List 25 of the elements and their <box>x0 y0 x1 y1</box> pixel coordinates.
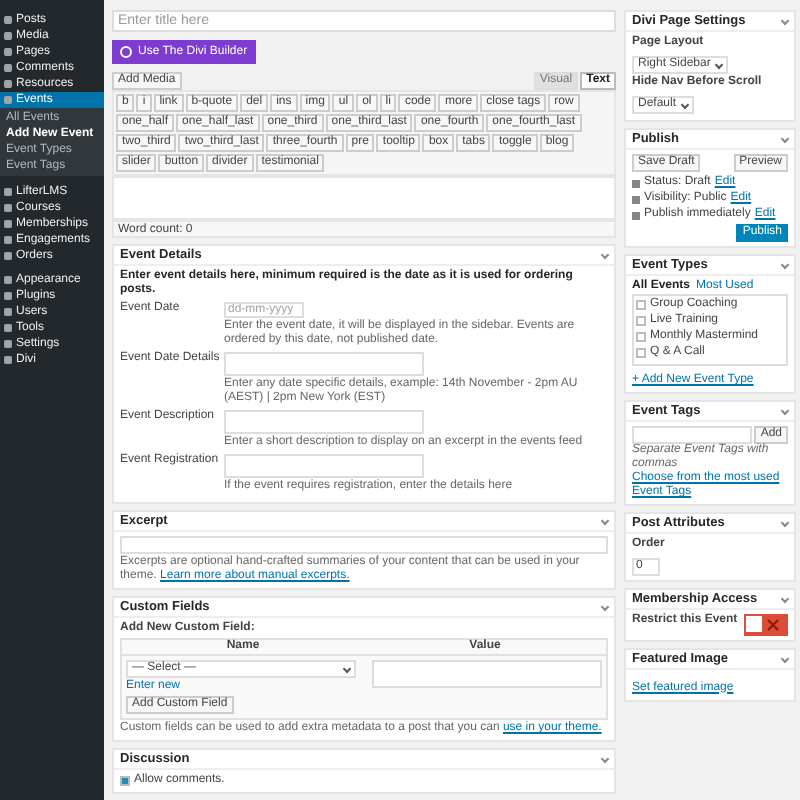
collapse-icon[interactable] <box>780 653 790 663</box>
value-field[interactable] <box>372 660 602 688</box>
caret-icon <box>715 60 724 70</box>
collapse-icon[interactable] <box>600 516 610 526</box>
toggle-switch[interactable] <box>744 613 788 635</box>
collapse-icon[interactable] <box>780 518 790 528</box>
collapse-icon[interactable] <box>600 602 610 612</box>
caret-icon <box>342 664 352 674</box>
collapse-icon[interactable] <box>600 250 610 260</box>
tag-field[interactable] <box>632 426 753 444</box>
checkbox[interactable] <box>636 300 646 310</box>
checkbox[interactable] <box>636 332 646 342</box>
collapse-icon[interactable] <box>780 134 790 144</box>
checkbox[interactable] <box>636 348 646 358</box>
collapse-icon[interactable] <box>780 593 790 603</box>
collapse-icon[interactable] <box>780 260 790 270</box>
caret-icon <box>680 100 690 110</box>
divi-icon <box>120 46 132 58</box>
close-icon <box>766 617 780 631</box>
collapse-icon[interactable] <box>600 754 610 764</box>
checkbox[interactable] <box>120 776 130 786</box>
collapse-icon[interactable] <box>780 16 790 26</box>
collapse-icon[interactable] <box>780 406 790 416</box>
checkbox[interactable] <box>636 316 646 326</box>
excerpt-field[interactable] <box>120 536 608 554</box>
